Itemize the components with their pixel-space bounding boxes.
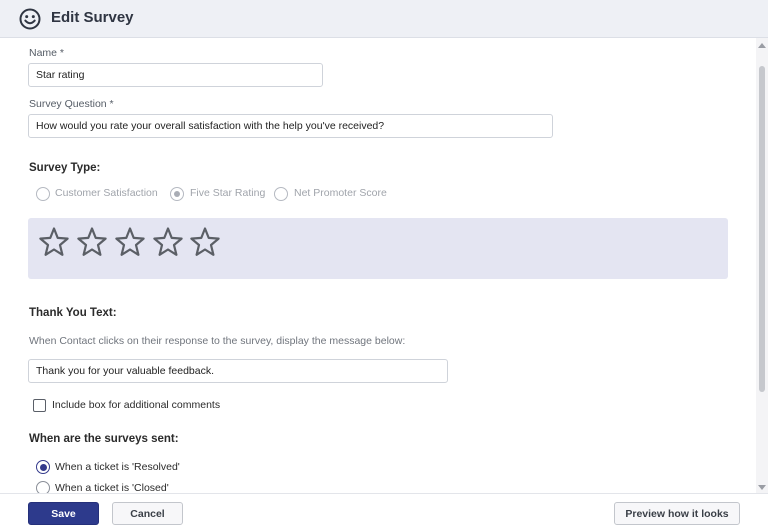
star-icon[interactable] bbox=[114, 226, 146, 258]
smiley-icon bbox=[19, 8, 41, 30]
name-input[interactable]: Star rating bbox=[28, 63, 323, 87]
radio-customer-satisfaction-label: Customer Satisfaction bbox=[55, 187, 158, 199]
scroll-up-arrow-icon[interactable] bbox=[758, 43, 766, 48]
dialog-header: Edit Survey bbox=[0, 0, 768, 38]
surveys-sent-title: When are the surveys sent: bbox=[29, 433, 179, 445]
scrollbar[interactable] bbox=[756, 38, 768, 493]
scroll-down-arrow-icon[interactable] bbox=[758, 485, 766, 490]
thank-you-title: Thank You Text: bbox=[29, 307, 117, 319]
save-button[interactable]: Save bbox=[28, 502, 99, 525]
scroll-thumb[interactable] bbox=[759, 66, 765, 392]
radio-ticket-closed-label: When a ticket is 'Closed' bbox=[55, 482, 169, 493]
star-icon[interactable] bbox=[76, 226, 108, 258]
include-comments-label: Include box for additional comments bbox=[52, 399, 221, 411]
star-icon[interactable] bbox=[152, 226, 184, 258]
preview-button[interactable]: Preview how it looks bbox=[614, 502, 740, 525]
radio-net-promoter-score[interactable] bbox=[274, 187, 288, 201]
survey-question-label: Survey Question * bbox=[29, 98, 114, 110]
cancel-button[interactable]: Cancel bbox=[112, 502, 183, 525]
name-label: Name * bbox=[29, 47, 65, 59]
radio-customer-satisfaction[interactable] bbox=[36, 187, 50, 201]
dialog-footer: Save Cancel Preview how it looks bbox=[0, 493, 768, 529]
include-comments-checkbox[interactable] bbox=[33, 399, 46, 412]
survey-type-title: Survey Type: bbox=[29, 162, 101, 174]
star-icon[interactable] bbox=[38, 226, 70, 258]
radio-ticket-resolved-label: When a ticket is 'Resolved' bbox=[55, 461, 180, 473]
form-content[interactable]: Name * Star rating Survey Question * How… bbox=[0, 38, 756, 493]
thank-you-input[interactable]: Thank you for your valuable feedback. bbox=[28, 359, 448, 383]
thank-you-hint: When Contact clicks on their response to… bbox=[29, 335, 406, 347]
radio-five-star-rating-label: Five Star Rating bbox=[190, 187, 266, 199]
radio-ticket-closed[interactable] bbox=[36, 481, 50, 493]
survey-question-input[interactable]: How would you rate your overall satisfac… bbox=[28, 114, 553, 138]
radio-net-promoter-score-label: Net Promoter Score bbox=[294, 187, 387, 199]
star-rating-preview bbox=[28, 218, 728, 279]
radio-five-star-rating[interactable] bbox=[170, 187, 184, 201]
page-title: Edit Survey bbox=[51, 9, 134, 26]
star-icon[interactable] bbox=[189, 226, 221, 258]
radio-ticket-resolved[interactable] bbox=[36, 460, 50, 474]
